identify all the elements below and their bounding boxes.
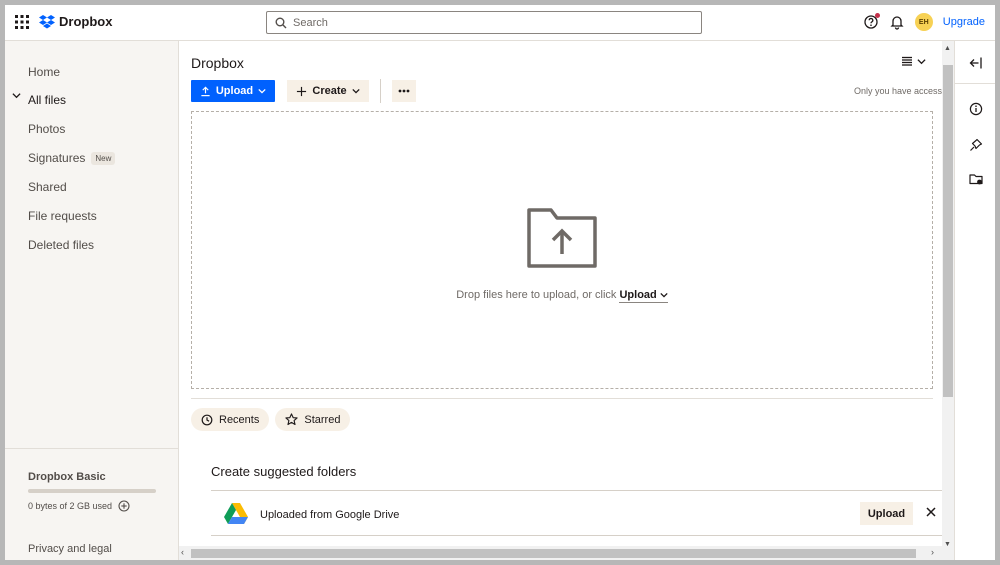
star-icon: [285, 413, 298, 426]
pin-icon: [970, 138, 983, 151]
view-toggle[interactable]: [901, 55, 926, 67]
chevron-down-icon: [258, 88, 266, 94]
search-icon: [275, 17, 287, 28]
sidebar-item-file-requests[interactable]: File requests: [28, 209, 97, 223]
sidebar: Home All files Photos Signatures New Sha…: [5, 41, 179, 560]
top-right-actions: EH Upgrade: [863, 13, 985, 31]
starred-chip[interactable]: Starred: [275, 408, 351, 431]
dropbox-box-icon: [39, 14, 55, 28]
right-rail: [954, 41, 995, 560]
toolbar-divider: [380, 79, 381, 103]
page-title: Dropbox: [191, 55, 244, 71]
create-button-label: Create: [312, 85, 347, 97]
folder-settings-icon: [969, 174, 983, 185]
chevron-down-icon[interactable]: [12, 91, 21, 100]
more-icon: [398, 89, 410, 93]
folder-settings-button[interactable]: [968, 171, 984, 187]
info-icon: [969, 102, 983, 116]
collapse-left-icon: [969, 57, 982, 69]
info-button[interactable]: [968, 101, 984, 117]
filter-chips: Recents Starred: [191, 408, 351, 431]
notification-dot: [874, 13, 880, 18]
suggested-folders-title: Create suggested folders: [211, 464, 357, 479]
drop-zone[interactable]: Drop files here to upload, or click Uplo…: [191, 111, 933, 389]
logo-text: Dropbox: [59, 14, 113, 29]
horizontal-scroll-thumb[interactable]: [191, 549, 916, 558]
app-window: Dropbox EH Upgrade: [5, 5, 995, 560]
sidebar-item-deleted-files[interactable]: Deleted files: [28, 238, 94, 252]
upload-icon: [201, 86, 210, 96]
scroll-right-arrow-icon[interactable]: ›: [931, 547, 934, 557]
scroll-down-arrow-icon[interactable]: ▼: [944, 541, 951, 548]
main-content: Dropbox Upload Create Only you have acce…: [179, 41, 954, 560]
list-view-icon: [902, 56, 912, 66]
suggested-upload-button[interactable]: Upload: [860, 502, 913, 525]
scroll-left-arrow-icon[interactable]: ‹: [181, 547, 184, 557]
close-icon[interactable]: [925, 506, 937, 518]
vertical-scrollbar[interactable]: ▲ ▼: [942, 41, 954, 560]
app-grid-icon[interactable]: [15, 15, 29, 29]
plan-section: Dropbox Basic 0 bytes of 2 GB used Priva…: [5, 448, 178, 555]
chevron-down-icon: [917, 58, 926, 64]
drop-instructions: Drop files here to upload, or click Uplo…: [192, 289, 932, 303]
create-button[interactable]: Create: [287, 80, 369, 102]
recents-label: Recents: [219, 413, 260, 426]
drop-upload-label: Upload: [619, 289, 657, 301]
top-bar: Dropbox EH Upgrade: [5, 5, 995, 41]
suggested-folder-name: Uploaded from Google Drive: [260, 509, 400, 521]
new-badge: New: [91, 151, 116, 165]
dropbox-logo[interactable]: Dropbox: [39, 14, 112, 29]
storage-bar: [28, 489, 156, 493]
avatar[interactable]: EH: [914, 13, 933, 31]
upload-button[interactable]: Upload: [191, 80, 275, 102]
vertical-scroll-thumb[interactable]: [943, 65, 953, 397]
divider: [191, 398, 933, 399]
scroll-up-arrow-icon[interactable]: ▲: [944, 45, 951, 52]
sidebar-item-label: Signatures: [28, 151, 86, 165]
toolbar: Upload Create: [191, 79, 416, 103]
starred-label: Starred: [304, 413, 341, 426]
clock-icon: [201, 414, 213, 425]
folder-upload-icon: [527, 208, 597, 268]
google-drive-icon: [224, 503, 248, 524]
collapse-panel-button[interactable]: [968, 55, 984, 71]
recents-chip[interactable]: Recents: [191, 408, 270, 431]
bell-icon[interactable]: [889, 14, 905, 30]
add-circle-icon[interactable]: [118, 500, 130, 512]
more-options-button[interactable]: [392, 80, 416, 102]
drop-text: Drop files here to upload, or click: [456, 289, 617, 301]
plus-icon: [297, 86, 307, 96]
upload-button-label: Upload: [215, 85, 254, 97]
pin-button[interactable]: [968, 137, 984, 153]
storage-usage: 0 bytes of 2 GB used: [28, 500, 130, 512]
access-note: Only you have access: [854, 86, 943, 96]
drop-upload-link[interactable]: Upload: [619, 289, 668, 303]
help-button[interactable]: [863, 13, 880, 30]
sidebar-item-home[interactable]: Home: [28, 65, 60, 79]
chevron-down-icon: [351, 88, 360, 94]
sidebar-item-shared[interactable]: Shared: [28, 180, 67, 194]
sidebar-item-all-files[interactable]: All files: [28, 93, 66, 107]
horizontal-scrollbar[interactable]: ‹ ›: [179, 546, 942, 560]
sidebar-item-signatures[interactable]: Signatures New: [28, 151, 116, 165]
upgrade-link[interactable]: Upgrade: [943, 16, 985, 28]
privacy-link[interactable]: Privacy and legal: [28, 543, 112, 555]
sidebar-item-photos[interactable]: Photos: [28, 122, 65, 136]
search-input[interactable]: [293, 16, 673, 29]
rail-divider: [955, 83, 995, 84]
search-box[interactable]: [266, 11, 702, 34]
plan-name[interactable]: Dropbox Basic: [28, 471, 106, 483]
suggested-folder-row: Uploaded from Google Drive Upload: [211, 490, 943, 536]
storage-text: 0 bytes of 2 GB used: [28, 501, 113, 511]
chevron-down-icon: [660, 292, 668, 298]
